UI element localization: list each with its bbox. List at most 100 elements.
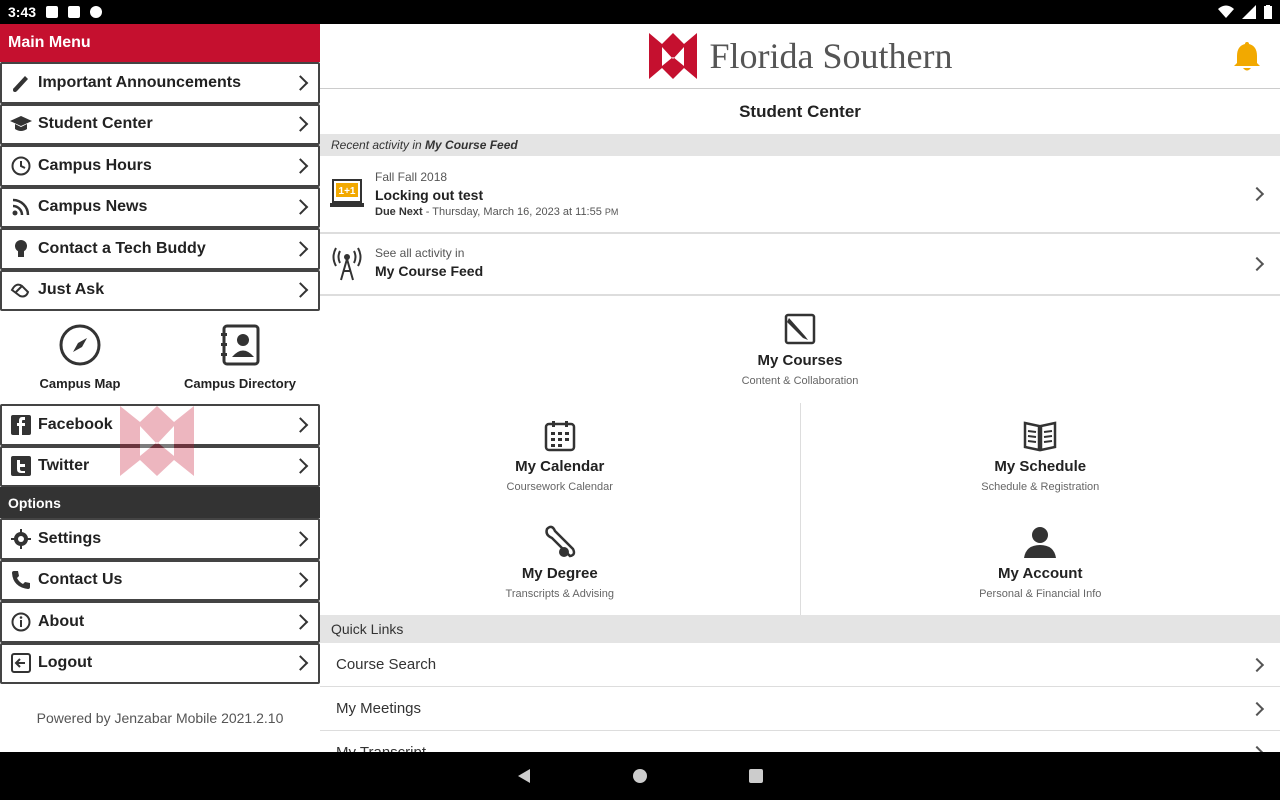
quick-link-label: My Meetings bbox=[336, 700, 422, 717]
chevron-right-icon bbox=[1249, 701, 1265, 716]
phone-icon bbox=[10, 569, 32, 591]
powered-by-text: Powered by Jenzabar Mobile 2021.2.10 bbox=[36, 710, 284, 726]
options-header: Options bbox=[0, 487, 320, 518]
menu-item-settings[interactable]: Settings bbox=[0, 518, 320, 560]
twitter-icon bbox=[10, 455, 32, 477]
my-degree-title: My Degree bbox=[521, 564, 598, 582]
my-degree-tile[interactable]: My Degree Transcripts & Advising bbox=[320, 509, 801, 615]
chevron-right-icon bbox=[292, 416, 309, 433]
my-courses-tile[interactable]: My Courses Content & Collaboration bbox=[320, 296, 1280, 403]
menu-item-campus-news[interactable]: Campus News bbox=[0, 186, 320, 228]
bell-icon[interactable] bbox=[1232, 40, 1262, 72]
feed-header-feed: My Course Feed bbox=[425, 138, 518, 152]
chevron-right-icon bbox=[292, 613, 309, 630]
main-content: Florida Southern Student Center Recent a… bbox=[320, 24, 1280, 752]
page-title: Student Center bbox=[739, 101, 861, 121]
feed-item-title: Locking out test bbox=[375, 187, 484, 203]
menu-item-contact-us[interactable]: Contact Us bbox=[0, 559, 320, 601]
quick-link-my-meetings[interactable]: My Meetings bbox=[320, 687, 1280, 731]
my-account-tile[interactable]: My Account Personal & Financial Info bbox=[801, 509, 1280, 615]
chevron-right-icon bbox=[292, 116, 309, 133]
logout-icon bbox=[10, 652, 32, 674]
gear-icon bbox=[10, 528, 32, 550]
menu-item-logout[interactable]: Logout bbox=[0, 642, 320, 684]
chevron-right-icon bbox=[292, 74, 309, 91]
chevron-right-icon bbox=[292, 282, 309, 299]
home-icon[interactable] bbox=[632, 768, 648, 784]
megaphone-icon bbox=[10, 72, 32, 94]
my-schedule-tile[interactable]: My Schedule Schedule & Registration bbox=[801, 403, 1280, 509]
menu-item-label: Campus News bbox=[38, 198, 148, 216]
menu-item-about[interactable]: About bbox=[0, 601, 320, 643]
campus-directory-tile[interactable]: Campus Directory bbox=[160, 311, 320, 404]
campus-map-label: Campus Map bbox=[39, 376, 121, 391]
grid-row-1: My Calendar Coursework Calendar My Sched… bbox=[320, 403, 1280, 509]
chevron-right-icon bbox=[1249, 256, 1265, 272]
quick-link-label: Course Search bbox=[336, 656, 437, 673]
feed-item-text: Fall Fall 2018 Locking out test Due Next… bbox=[375, 170, 618, 218]
brand-watermark-logo bbox=[118, 404, 196, 483]
menu-item-label: Contact Us bbox=[38, 571, 123, 589]
quick-link-my-transcript[interactable]: My Transcript bbox=[320, 731, 1280, 752]
feed-item-due: Due Next - Thursday, March 16, 2023 at 1… bbox=[375, 206, 618, 218]
my-schedule-title: My Schedule bbox=[994, 457, 1087, 475]
my-calendar-title: My Calendar bbox=[515, 457, 605, 475]
grid-row-2: My Degree Transcripts & Advising My Acco… bbox=[320, 509, 1280, 615]
graduation-cap-icon bbox=[10, 113, 32, 135]
broadcast-tower-icon bbox=[330, 247, 364, 281]
sync-icon bbox=[90, 6, 103, 18]
menu-item-just-ask[interactable]: Just Ask bbox=[0, 269, 320, 311]
my-calendar-sub: Coursework Calendar bbox=[506, 480, 613, 493]
my-account-sub: Personal & Financial Info bbox=[979, 587, 1102, 600]
see-all-activity-row[interactable]: See all activity in My Course Feed bbox=[320, 234, 1280, 296]
signal-icon bbox=[1242, 5, 1256, 19]
menu-item-label: Twitter bbox=[38, 457, 90, 475]
menu-item-announcements[interactable]: Important Announcements bbox=[0, 62, 320, 104]
chevron-right-icon bbox=[292, 572, 309, 589]
menu-item-label: Campus Hours bbox=[38, 156, 152, 174]
menu-item-label: About bbox=[38, 612, 85, 630]
feed-header: Recent activity in My Course Feed bbox=[320, 134, 1280, 156]
chevron-right-icon bbox=[1249, 186, 1265, 202]
menu-item-label: Contact a Tech Buddy bbox=[38, 239, 206, 257]
notification-icon bbox=[46, 6, 59, 18]
menu-item-label: Logout bbox=[38, 654, 93, 672]
handshake-icon bbox=[10, 279, 32, 301]
chevron-right-icon bbox=[1249, 657, 1265, 672]
rss-icon bbox=[10, 196, 32, 218]
due-label: Due Next bbox=[375, 206, 423, 218]
system-nav-bar bbox=[0, 752, 1280, 800]
quick-link-course-search[interactable]: Course Search bbox=[320, 643, 1280, 687]
sidebar: Main Menu Important Announcements Studen… bbox=[0, 24, 320, 752]
feed-header-prefix: Recent activity in bbox=[331, 138, 422, 152]
chevron-right-icon bbox=[1249, 745, 1265, 752]
my-schedule-sub: Schedule & Registration bbox=[981, 480, 1100, 493]
recents-icon[interactable] bbox=[748, 768, 764, 784]
clock-icon bbox=[10, 155, 32, 177]
menu-item-label: Facebook bbox=[38, 415, 113, 433]
my-calendar-tile[interactable]: My Calendar Coursework Calendar bbox=[320, 403, 801, 509]
feed-item[interactable]: 1+1 Fall Fall 2018 Locking out test Due … bbox=[320, 156, 1280, 234]
my-account-title: My Account bbox=[998, 564, 1083, 582]
menu-item-tech-buddy[interactable]: Contact a Tech Buddy bbox=[0, 228, 320, 270]
feed-item-term: Fall Fall 2018 bbox=[375, 170, 448, 184]
back-icon[interactable] bbox=[516, 768, 532, 784]
course-calculator-icon: 1+1 bbox=[330, 177, 364, 211]
facebook-icon bbox=[10, 414, 32, 436]
status-bar: 3:43 bbox=[0, 0, 1280, 24]
lightbulb-icon bbox=[10, 238, 32, 260]
due-ampm: PM bbox=[604, 207, 619, 217]
svg-text:1+1: 1+1 bbox=[339, 186, 356, 197]
chevron-right-icon bbox=[292, 157, 309, 174]
app-header: Florida Southern bbox=[320, 24, 1280, 89]
campus-directory-label: Campus Directory bbox=[184, 376, 296, 391]
due-text: - Thursday, March 16, 2023 at 11:55 bbox=[425, 206, 602, 218]
menu-item-student-center[interactable]: Student Center bbox=[0, 103, 320, 145]
wifi-icon bbox=[1218, 5, 1234, 18]
campus-map-tile[interactable]: Campus Map bbox=[0, 311, 160, 404]
chevron-right-icon bbox=[292, 655, 309, 672]
see-all-label: See all activity in bbox=[375, 246, 465, 260]
chevron-right-icon bbox=[292, 530, 309, 547]
menu-item-label: Important Announcements bbox=[38, 73, 241, 91]
menu-item-campus-hours[interactable]: Campus Hours bbox=[0, 145, 320, 187]
